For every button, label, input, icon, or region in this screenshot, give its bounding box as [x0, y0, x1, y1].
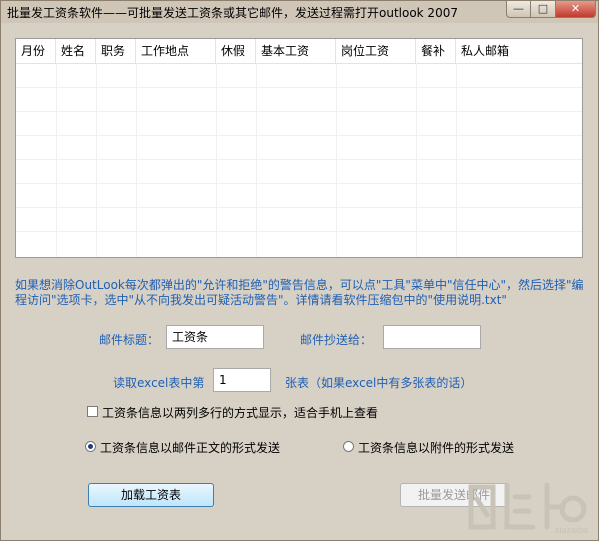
subject-label: 邮件标题： [99, 333, 160, 347]
title-bar: 批量发工资条软件——可批量发送工资条或其它邮件，发送过程需打开outlook 2… [1, 1, 598, 23]
send-as-body-label[interactable]: 工资条信息以邮件正文的形式发送 [100, 439, 280, 456]
close-button[interactable]: ✕ [556, 1, 596, 18]
load-salary-sheet-button[interactable]: 加载工资表 [88, 483, 214, 507]
grid-row-line [16, 135, 582, 136]
sheet-suffix-label: 张表（如果excel中有多张表的话） [285, 376, 473, 390]
grid-row-line [16, 159, 582, 160]
column-header-month[interactable]: 月份 [16, 39, 56, 63]
subject-input[interactable]: 工资条 [166, 325, 264, 349]
outlook-warning-note: 如果想消除OutLook每次都弹出的"允许和拒绝"的警告信息，可以点"工具"菜单… [15, 278, 584, 307]
sheet-label: 读取excel表中第 [113, 376, 205, 390]
cc-label: 邮件抄送给： [300, 333, 373, 347]
grid-divider [456, 63, 457, 257]
watermark-logo: xiazaiba.com [468, 482, 589, 535]
grid-divider [136, 63, 137, 257]
two-rows-checkbox[interactable] [87, 406, 98, 417]
cc-input[interactable] [383, 325, 481, 349]
grid-divider [416, 63, 417, 257]
svg-text:xiazaiba.com: xiazaiba.com [555, 525, 589, 535]
column-header-email[interactable]: 私人邮箱 [456, 39, 582, 63]
radio-selected-dot [88, 444, 93, 449]
send-as-attachment-radio[interactable] [343, 441, 354, 452]
grid-divider [256, 63, 257, 257]
column-header-base-salary[interactable]: 基本工资 [256, 39, 336, 63]
column-header-position[interactable]: 职务 [96, 39, 136, 63]
grid-divider [216, 63, 217, 257]
window-title: 批量发工资条软件——可批量发送工资条或其它邮件，发送过程需打开outlook 2… [7, 6, 458, 20]
sheet-number-input[interactable]: 1 [213, 368, 271, 392]
minimize-icon: — [513, 2, 524, 15]
salary-data-grid[interactable]: 月份 姓名 职务 工作地点 休假 基本工资 岗位工资 餐补 私人邮箱 [15, 38, 583, 258]
close-icon: ✕ [570, 2, 581, 15]
grid-divider [56, 63, 57, 257]
two-rows-option-label[interactable]: 工资条信息以两列多行的方式显示，适合手机上查看 [102, 404, 378, 421]
send-as-attachment-label[interactable]: 工资条信息以附件的形式发送 [358, 439, 514, 456]
grid-row-line [16, 87, 582, 88]
maximize-icon: □ [537, 2, 549, 15]
column-header-work-location[interactable]: 工作地点 [136, 39, 216, 63]
grid-row-line [16, 183, 582, 184]
send-as-body-radio[interactable] [85, 441, 96, 452]
maximize-button[interactable]: □ [531, 1, 556, 18]
column-header-name[interactable]: 姓名 [56, 39, 96, 63]
grid-divider [336, 63, 337, 257]
minimize-button[interactable]: — [506, 1, 531, 18]
column-header-leave[interactable]: 休假 [216, 39, 256, 63]
grid-row-line [16, 231, 582, 232]
grid-header: 月份 姓名 职务 工作地点 休假 基本工资 岗位工资 餐补 私人邮箱 [16, 39, 582, 64]
app-window: 批量发工资条软件——可批量发送工资条或其它邮件，发送过程需打开outlook 2… [0, 0, 599, 541]
grid-row-line [16, 207, 582, 208]
grid-row-line [16, 111, 582, 112]
column-header-meal-allowance[interactable]: 餐补 [416, 39, 456, 63]
grid-divider [96, 63, 97, 257]
column-header-post-salary[interactable]: 岗位工资 [336, 39, 416, 63]
